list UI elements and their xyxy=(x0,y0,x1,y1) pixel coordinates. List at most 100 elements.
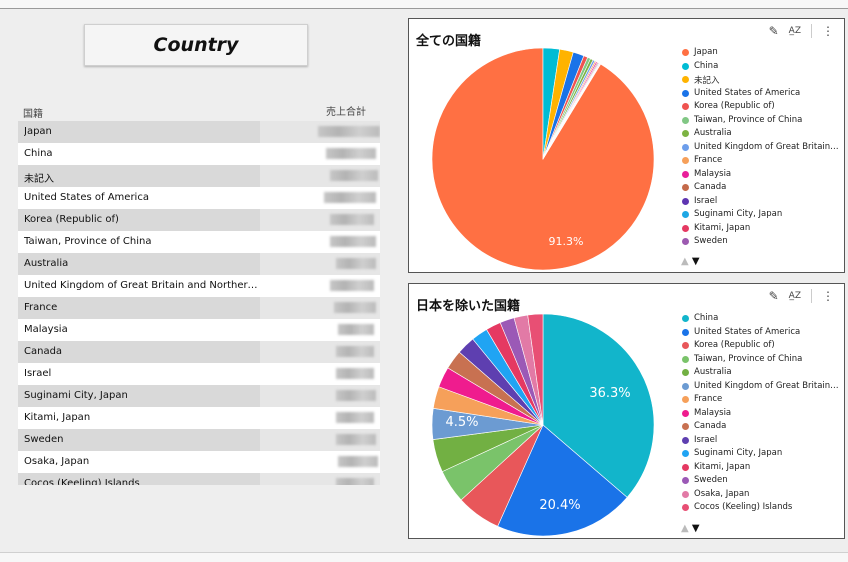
legend-swatch xyxy=(682,76,689,83)
table-row[interactable]: Korea (Republic of) xyxy=(18,209,380,231)
legend-swatch xyxy=(682,409,689,417)
legend-label: 未記入 xyxy=(694,76,720,86)
row-sales-cell-redacted xyxy=(260,297,380,319)
table-row[interactable]: Canada xyxy=(18,341,380,363)
country-sales-table: 国籍 売上合計 Japan China 未記入 United States of Am… xyxy=(18,101,380,485)
table-row[interactable]: China xyxy=(18,143,380,165)
table-row[interactable]: Kitami, Japan xyxy=(18,407,380,429)
row-nationality-cell: Japan xyxy=(24,126,52,137)
legend-label: Kitami, Japan xyxy=(694,222,751,233)
row-nationality-cell: Canada xyxy=(24,346,63,357)
legend-swatch xyxy=(682,49,689,56)
slice-data-label: 91.3% xyxy=(549,235,584,248)
row-nationality-cell: Malaysia xyxy=(24,324,68,335)
table-row[interactable]: Australia xyxy=(18,253,380,275)
legend-next-icon[interactable]: ▼ xyxy=(692,256,700,267)
legend-prev-icon[interactable]: ▲ xyxy=(681,523,689,534)
legend-swatch xyxy=(682,211,689,218)
chart-panel-all-nationalities: 全ての国籍 ✎ A̲Z ⋮ 91.3% Japan China 未記入 United … xyxy=(408,18,845,273)
legend-swatch xyxy=(682,130,689,137)
legend-swatch xyxy=(682,197,689,205)
row-nationality-cell: China xyxy=(24,148,53,159)
legend-label: Osaka, Japan xyxy=(694,488,750,499)
legend-label: Israel xyxy=(694,434,718,445)
legend-label: United Kingdom of Great Britain… xyxy=(694,380,839,391)
table-row[interactable]: Taiwan, Province of China xyxy=(18,231,380,253)
table-row[interactable]: Japan xyxy=(18,121,380,143)
legend-pager: ▲ ▼ xyxy=(681,256,700,267)
legend-swatch xyxy=(682,62,689,70)
row-sales-cell-redacted xyxy=(260,341,380,363)
legend-swatch xyxy=(682,490,689,498)
row-nationality-cell: Australia xyxy=(24,258,69,269)
row-nationality-cell: United Kingdom of Great Britain and Nort… xyxy=(24,280,260,291)
legend-label: Kitami, Japan xyxy=(694,461,751,472)
legend-swatch xyxy=(682,369,689,376)
legend-swatch xyxy=(682,382,689,390)
legend-next-icon[interactable]: ▼ xyxy=(692,523,700,534)
legend-swatch xyxy=(682,396,689,403)
legend-swatch xyxy=(682,342,689,349)
legend-swatch xyxy=(682,143,689,151)
table-row[interactable]: Cocos (Keeling) Islands xyxy=(18,473,380,485)
table-row[interactable]: Israel xyxy=(18,363,380,385)
legend-label: Canada xyxy=(694,182,727,192)
column-header-sales-total[interactable]: 売上合計 xyxy=(326,103,366,118)
row-nationality-cell: Cocos (Keeling) Islands xyxy=(24,478,140,485)
legend-prev-icon[interactable]: ▲ xyxy=(681,256,689,267)
table-row[interactable]: Osaka, Japan xyxy=(18,451,380,473)
row-sales-cell-redacted xyxy=(260,275,380,297)
legend-swatch xyxy=(682,436,689,444)
table-row[interactable]: France xyxy=(18,297,380,319)
row-nationality-cell: Korea (Republic of) xyxy=(24,214,119,225)
chart-panel-excluding-japan: 日本を除いた国籍 ✎ A̲Z ⋮ 36.3% 20.4% 4.5% China Uni… xyxy=(408,283,845,539)
legend-swatch xyxy=(682,315,689,322)
legend-label: Taiwan, Province of China xyxy=(694,353,803,364)
legend-label: Australia xyxy=(694,367,732,377)
legend-swatch xyxy=(682,224,689,232)
legend-label: United States of America xyxy=(694,326,801,337)
legend-label: China xyxy=(694,60,719,71)
legend-label: Canada xyxy=(694,421,727,431)
legend-label: United Kingdom of Great Britain… xyxy=(694,141,839,152)
table-row[interactable]: United States of America xyxy=(18,187,380,209)
table-row[interactable]: United Kingdom of Great Britain and Nort… xyxy=(18,275,380,297)
legend-label: France xyxy=(694,155,723,165)
column-header-nationality[interactable]: 国籍 xyxy=(23,105,43,120)
row-nationality-cell: 未記入 xyxy=(24,174,54,185)
row-sales-cell-redacted xyxy=(260,187,380,209)
row-nationality-cell: Suginami City, Japan xyxy=(24,390,128,401)
bottom-border xyxy=(0,552,848,562)
legend-swatch xyxy=(682,450,689,457)
legend-swatch xyxy=(682,328,689,336)
table-row[interactable]: 未記入 xyxy=(18,165,380,187)
row-sales-cell-redacted xyxy=(260,231,380,253)
row-sales-cell-redacted xyxy=(260,121,380,143)
legend-label: Korea (Republic of) xyxy=(694,101,775,111)
table-header: 国籍 売上合計 xyxy=(18,101,380,121)
row-nationality-cell: Kitami, Japan xyxy=(24,412,91,423)
legend-label: United States of America xyxy=(694,87,801,98)
top-border xyxy=(0,0,848,9)
legend-swatch xyxy=(682,89,689,97)
report-title: Country xyxy=(153,34,239,56)
legend-swatch xyxy=(682,477,689,484)
legend-label: Suginami City, Japan xyxy=(694,448,783,458)
legend-label: Japan xyxy=(694,47,718,57)
slice-data-label: 4.5% xyxy=(445,415,478,430)
row-sales-cell-redacted xyxy=(260,473,380,485)
table-row[interactable]: Suginami City, Japan xyxy=(18,385,380,407)
table-row[interactable]: Sweden xyxy=(18,429,380,451)
table-row[interactable]: Malaysia xyxy=(18,319,380,341)
legend-swatch xyxy=(682,116,689,124)
row-nationality-cell: United States of America xyxy=(24,192,149,203)
legend-pager: ▲ ▼ xyxy=(681,523,700,534)
legend-swatch xyxy=(682,157,689,164)
row-sales-cell-redacted xyxy=(260,165,380,187)
legend-label: China xyxy=(694,313,719,323)
legend-swatch xyxy=(682,170,689,178)
row-nationality-cell: Sweden xyxy=(24,434,64,445)
report-title-box: Country xyxy=(84,24,308,66)
slice-data-label: 20.4% xyxy=(539,498,580,513)
row-sales-cell-redacted xyxy=(260,385,380,407)
